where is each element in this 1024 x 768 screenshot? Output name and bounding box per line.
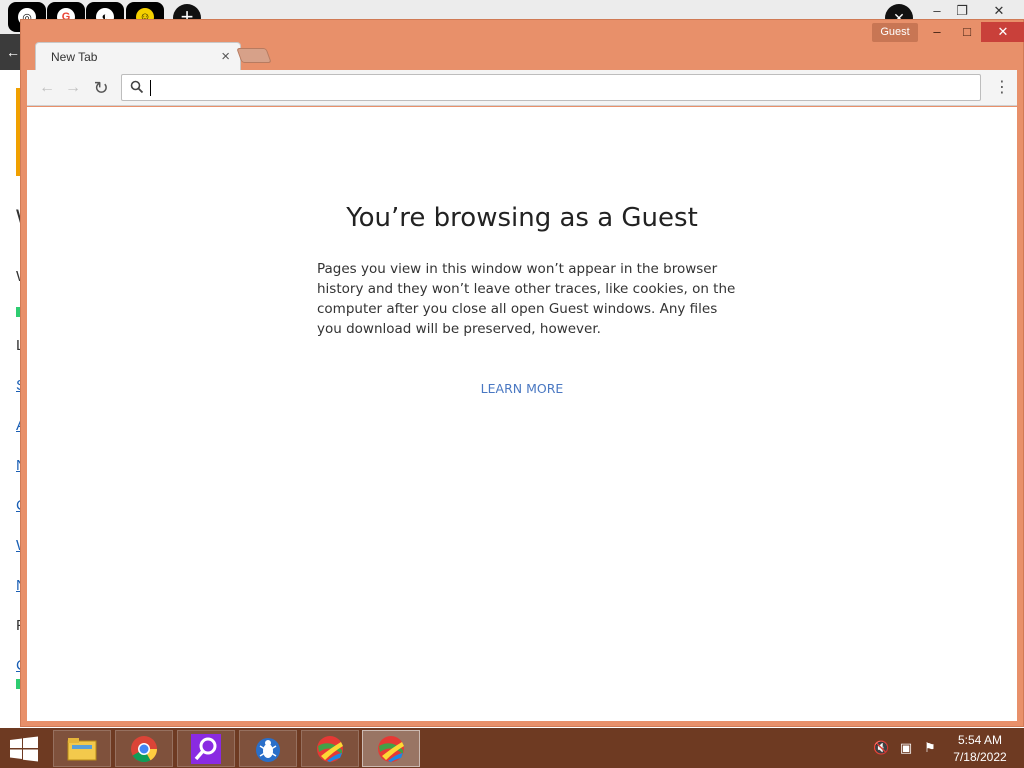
address-bar[interactable]	[121, 74, 981, 101]
colorful-ball-icon	[317, 735, 343, 762]
browser-toolbar: ← → ↻ ⋮	[27, 70, 1017, 106]
background-back-button[interactable]: ←	[0, 34, 22, 70]
page-title: You’re browsing as a Guest	[346, 203, 698, 233]
maximize-button[interactable]: □	[953, 22, 981, 42]
background-restore-button[interactable]: ❐	[947, 2, 977, 20]
tab-title: New Tab	[51, 50, 98, 64]
minimize-button[interactable]: –	[923, 22, 951, 42]
close-button[interactable]: ✕	[981, 22, 1024, 42]
clock-time[interactable]: 5:54 AM	[950, 733, 1010, 747]
background-close-button[interactable]: ✕	[984, 2, 1014, 20]
volume-muted-icon[interactable]: 🔇	[873, 740, 889, 756]
new-tab-button[interactable]	[236, 48, 272, 63]
forward-arrow-icon[interactable]: →	[63, 78, 83, 98]
taskbar-colorful-app-2[interactable]	[362, 730, 420, 767]
menu-kebab-icon[interactable]: ⋮	[993, 78, 1011, 98]
taskbar-search-app[interactable]	[177, 730, 235, 767]
action-center-flag-icon[interactable]: ⚑	[922, 740, 938, 756]
reload-icon[interactable]: ↻	[91, 78, 111, 98]
clock-date[interactable]: 7/18/2022	[950, 750, 1010, 764]
tab-new-tab[interactable]: New Tab ×	[35, 42, 241, 71]
back-arrow-icon[interactable]: ←	[37, 78, 57, 98]
taskbar-file-explorer[interactable]	[53, 730, 111, 767]
guest-new-tab-page: You’re browsing as a Guest Pages you vie…	[27, 107, 1017, 721]
folder-icon	[67, 737, 97, 760]
search-icon	[130, 80, 144, 94]
guest-profile-badge[interactable]: Guest	[872, 23, 918, 42]
tab-close-icon[interactable]: ×	[221, 48, 230, 65]
colorful-ball-icon	[378, 735, 404, 762]
magnifier-icon	[191, 733, 221, 764]
taskbar-chrome[interactable]	[115, 730, 173, 767]
guest-browser-window: Guest – □ ✕ New Tab × ← → ↻ ⋮ You’re bro…	[20, 19, 1024, 727]
taskbar: 🔇 ▣ ⚑ 5:54 AM 7/18/2022	[0, 728, 1024, 768]
bug-icon	[256, 737, 280, 762]
taskbar-bug-app[interactable]	[239, 730, 297, 767]
chrome-icon	[131, 735, 158, 762]
network-icon[interactable]: ▣	[898, 740, 914, 756]
windows-start-icon[interactable]	[8, 736, 40, 762]
learn-more-link[interactable]: LEARN MORE	[27, 381, 1017, 396]
guest-description: Pages you view in this window won’t appe…	[317, 261, 736, 337]
text-caret	[150, 80, 151, 96]
taskbar-colorful-app-1[interactable]	[301, 730, 359, 767]
